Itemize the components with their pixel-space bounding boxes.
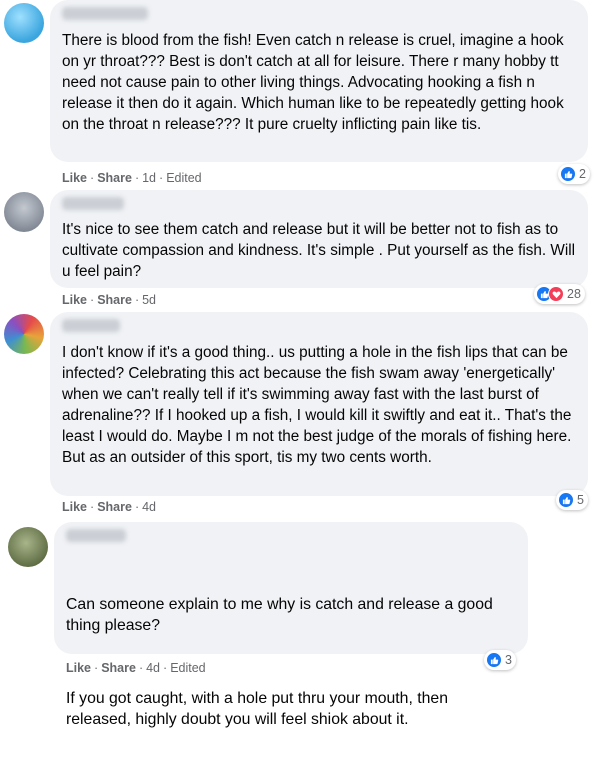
share-link[interactable]: Share [101,661,136,675]
reaction-summary[interactable]: 28 [534,284,585,304]
avatar[interactable] [4,3,44,43]
comment-bubble: There is blood from the fish! Even catch… [50,0,588,162]
like-reaction-icon [558,492,574,508]
avatar[interactable] [4,314,44,354]
reaction-count: 2 [579,167,586,181]
reaction-count: 28 [567,287,581,301]
comment-actions: Like · Share · 5d [62,293,157,307]
like-link[interactable]: Like [66,661,91,675]
comment-text: I don't know if it's a good thing.. us p… [62,344,576,466]
timestamp[interactable]: 4d [146,661,160,675]
comment-paragraph: Can someone explain to me why is catch a… [66,596,498,634]
timestamp[interactable]: 5d [142,293,156,307]
comment-bubble: I don't know if it's a good thing.. us p… [50,312,588,496]
commenter-name[interactable] [66,529,126,542]
reaction-summary[interactable]: 2 [558,164,590,184]
comment-paragraph: If you got caught, with a hole put thru … [66,690,453,728]
edited-label[interactable]: Edited [170,661,205,675]
edited-label[interactable]: Edited [166,171,201,185]
comment-actions: Like · Share · 4d [62,500,157,514]
timestamp[interactable]: 1d [142,171,156,185]
like-link[interactable]: Like [62,293,87,307]
avatar[interactable] [8,527,48,567]
reaction-summary[interactable]: 3 [484,650,516,670]
comment-actions: Like · Share · 4d · Edited [66,661,206,675]
share-link[interactable]: Share [97,293,132,307]
commenter-name[interactable] [62,197,124,210]
commenter-name[interactable] [62,7,148,20]
comment-bubble: It's nice to see them catch and release … [50,190,588,288]
comment-bubble: Can someone explain to me why is catch a… [54,522,528,728]
love-reaction-icon [548,286,564,302]
share-link[interactable]: Share [97,500,132,514]
timestamp[interactable]: 4d [142,500,156,514]
like-reaction-icon [486,652,502,668]
like-link[interactable]: Like [62,171,87,185]
like-reaction-icon [560,166,576,182]
avatar[interactable] [4,192,44,232]
comment-text: It's nice to see them catch and release … [62,221,580,280]
reaction-summary[interactable]: 5 [556,490,588,510]
like-link[interactable]: Like [62,500,87,514]
commenter-name[interactable] [62,319,120,332]
comment-text: There is blood from the fish! Even catch… [62,32,568,133]
comment-actions: Like · Share · 1d · Edited [62,171,202,185]
reaction-count: 3 [505,653,512,667]
reaction-count: 5 [577,493,584,507]
share-link[interactable]: Share [97,171,132,185]
